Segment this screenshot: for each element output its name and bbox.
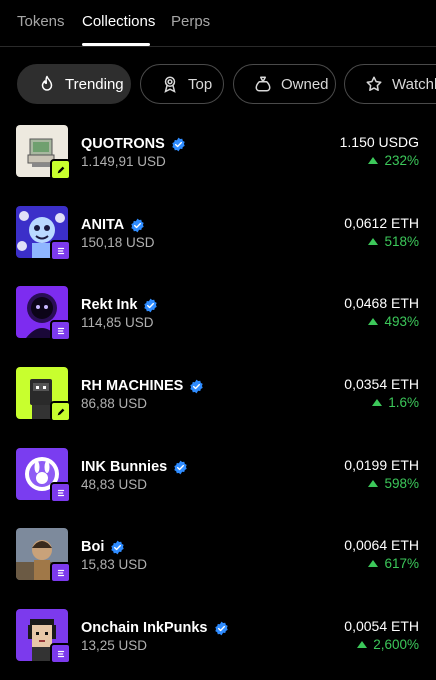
- chip-label: Trending: [65, 75, 124, 93]
- verified-icon: [173, 460, 188, 475]
- change-value: 232%: [384, 153, 419, 168]
- up-arrow-icon: [368, 318, 379, 325]
- up-arrow-icon: [357, 641, 368, 648]
- verified-icon: [130, 218, 145, 233]
- collection-value: 13,25 USD: [81, 638, 148, 653]
- collection-row-rekt-ink[interactable]: Rekt Ink 114,85 USD 0,0468 ETH 493%: [0, 281, 436, 345]
- collection-name: RH MACHINES: [81, 378, 204, 394]
- ink-icon: [50, 562, 71, 583]
- collection-value: 15,83 USD: [81, 557, 148, 572]
- collection-name-text: RH MACHINES: [81, 378, 184, 394]
- chip-watchlist[interactable]: Watchlist: [344, 64, 436, 104]
- active-tab-indicator: [82, 43, 150, 46]
- collection-name-text: Rekt Ink: [81, 297, 138, 313]
- verified-icon: [214, 621, 229, 636]
- ink-icon: [50, 320, 71, 341]
- price-change: 232%: [368, 153, 419, 168]
- price-change: 598%: [368, 476, 419, 491]
- collection-name: INK Bunnies: [81, 459, 188, 475]
- price-change: 1.6%: [372, 395, 419, 410]
- pen-icon: [50, 401, 71, 422]
- floor-price: 0,0468 ETH: [344, 295, 419, 311]
- chip-owned[interactable]: Owned: [233, 64, 336, 104]
- medal-icon: [161, 74, 179, 94]
- collection-row-onchain-inkpunks[interactable]: Onchain InkPunks 13,25 USD 0,0054 ETH 2,…: [0, 604, 436, 668]
- pen-icon: [50, 159, 71, 180]
- collection-name: Onchain InkPunks: [81, 620, 229, 636]
- ink-icon: [50, 643, 71, 664]
- chip-trending[interactable]: Trending: [17, 64, 131, 104]
- collection-name-text: INK Bunnies: [81, 459, 168, 475]
- bag-icon: [254, 74, 272, 94]
- up-arrow-icon: [368, 560, 379, 567]
- top-tabs: Tokens Collections Perps: [0, 0, 436, 47]
- price-change: 493%: [368, 314, 419, 329]
- collection-row-anita[interactable]: ANITA 150,18 USD 0,0612 ETH 518%: [0, 201, 436, 265]
- ink-icon: [50, 240, 71, 261]
- flame-icon: [38, 74, 56, 94]
- change-value: 598%: [384, 476, 419, 491]
- floor-price: 0,0054 ETH: [344, 618, 419, 634]
- chip-label: Owned: [281, 75, 329, 93]
- change-value: 617%: [384, 556, 419, 571]
- collection-thumbnail: [16, 206, 71, 261]
- verified-icon: [143, 298, 158, 313]
- tab-collections[interactable]: Collections: [82, 13, 155, 30]
- collection-row-quotrons[interactable]: QUOTRONS 1.149,91 USD 1.150 USDG 232%: [0, 120, 436, 184]
- collection-thumbnail: [16, 367, 71, 422]
- collection-thumbnail: [16, 286, 71, 341]
- ink-icon: [50, 482, 71, 503]
- tab-tokens[interactable]: Tokens: [17, 13, 65, 30]
- up-arrow-icon: [372, 399, 383, 406]
- filter-chips: Trending Top Owned Watchlist: [0, 64, 436, 106]
- collection-thumbnail: [16, 609, 71, 664]
- floor-price: 0,0354 ETH: [344, 376, 419, 392]
- collection-value: 114,85 USD: [81, 315, 154, 330]
- collection-value: 150,18 USD: [81, 235, 155, 250]
- collection-row-ink-bunnies[interactable]: INK Bunnies 48,83 USD 0,0199 ETH 598%: [0, 443, 436, 507]
- tab-perps[interactable]: Perps: [171, 13, 210, 30]
- collection-name-text: Boi: [81, 539, 105, 555]
- verified-icon: [189, 379, 204, 394]
- collection-name: ANITA: [81, 217, 145, 233]
- star-icon: [365, 74, 383, 94]
- price-change: 518%: [368, 234, 419, 249]
- collection-name-text: QUOTRONS: [81, 136, 165, 152]
- floor-price: 1.150 USDG: [339, 134, 419, 150]
- collection-row-boi[interactable]: Boi 15,83 USD 0,0064 ETH 617%: [0, 523, 436, 587]
- collection-name-text: Onchain InkPunks: [81, 620, 208, 636]
- change-value: 493%: [384, 314, 419, 329]
- collection-name: Rekt Ink: [81, 297, 158, 313]
- change-value: 518%: [384, 234, 419, 249]
- price-change: 617%: [368, 556, 419, 571]
- collection-row-rh-machines[interactable]: RH MACHINES 86,88 USD 0,0354 ETH 1.6%: [0, 362, 436, 426]
- collection-value: 86,88 USD: [81, 396, 148, 411]
- up-arrow-icon: [368, 480, 379, 487]
- verified-icon: [171, 137, 186, 152]
- chip-label: Watchlist: [392, 75, 436, 93]
- price-change: 2,600%: [357, 637, 419, 652]
- collection-name: Boi: [81, 539, 125, 555]
- change-value: 1.6%: [388, 395, 419, 410]
- collection-thumbnail: [16, 448, 71, 503]
- chip-top[interactable]: Top: [140, 64, 224, 104]
- collection-value: 48,83 USD: [81, 477, 148, 492]
- chip-label: Top: [188, 75, 213, 93]
- collection-name-text: ANITA: [81, 217, 125, 233]
- collection-thumbnail: [16, 125, 71, 180]
- collection-value: 1.149,91 USD: [81, 154, 166, 169]
- collection-name: QUOTRONS: [81, 136, 186, 152]
- floor-price: 0,0064 ETH: [344, 537, 419, 553]
- collection-thumbnail: [16, 528, 71, 583]
- up-arrow-icon: [368, 157, 379, 164]
- up-arrow-icon: [368, 238, 379, 245]
- change-value: 2,600%: [373, 637, 419, 652]
- floor-price: 0,0612 ETH: [344, 215, 419, 231]
- floor-price: 0,0199 ETH: [344, 457, 419, 473]
- verified-icon: [110, 540, 125, 555]
